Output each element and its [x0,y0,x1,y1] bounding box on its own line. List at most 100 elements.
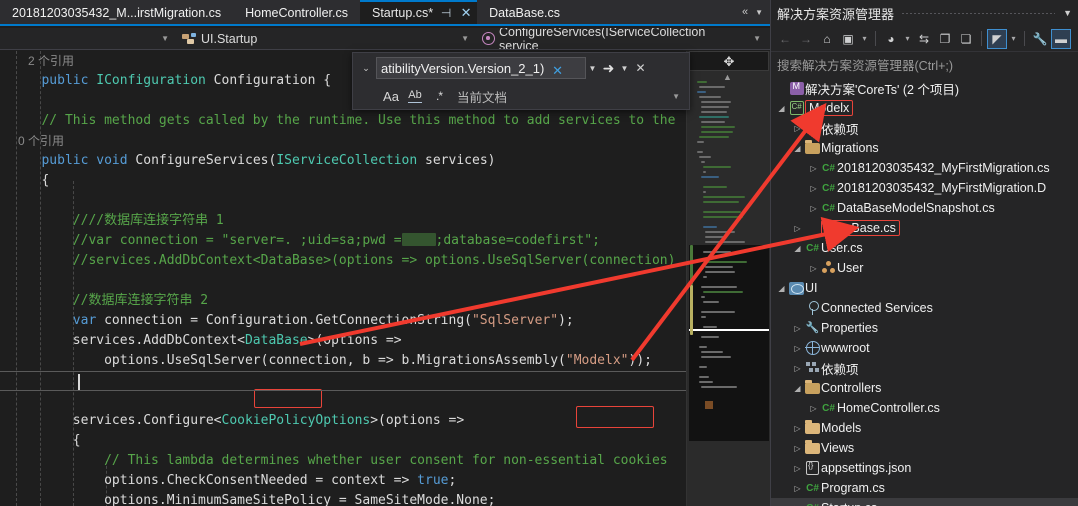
tree-row[interactable]: ▷ appsettings.json [771,458,1078,478]
chevron-up-icon[interactable]: ▲ [723,72,732,82]
expander-collapsed-icon[interactable]: ▷ [791,124,804,133]
preview-selected-items-icon[interactable]: ◤ [987,28,1007,49]
code-token: options.CheckConsentNeeded = context => [104,473,418,488]
tree-row[interactable]: ▷ C# Program.cs [771,478,1078,498]
tree-row[interactable]: ◢ Modelx [771,98,1078,118]
show-all-files-icon[interactable]: ❏ [956,29,976,49]
collapse-all-chevron-icon[interactable]: ▾ [859,29,870,49]
sync-with-active-document-icon[interactable]: ⇆ [914,29,934,49]
chevron-down-icon[interactable]: ▼ [748,34,766,43]
expander-collapsed-icon[interactable]: ▷ [791,464,804,473]
expander-collapsed-icon[interactable]: ▷ [791,324,804,333]
clear-x-icon[interactable]: ✕ [552,63,563,78]
find-input[interactable]: atibilityVersion.Version_2_1) ✕ [376,57,586,79]
refresh-icon[interactable]: ❐ [935,29,955,49]
tree-row[interactable]: ▷ C# 20181203035432_MyFirstMigration.cs [771,158,1078,178]
code-editor[interactable]: 2 个引用 public IConfiguration Configuratio… [0,51,686,506]
connected-services-icon [804,300,821,316]
match-whole-word-icon[interactable]: Ab [403,86,427,106]
collapse-all-icon[interactable]: ▣ [838,29,858,49]
code-line: var connection = Configuration.GetConnec… [18,311,675,331]
tree-row[interactable]: 解决方案'CoreTs' (2 个项目) [771,78,1078,98]
codelens-reference-count[interactable]: 2 个引用 [18,54,74,68]
tree-row[interactable]: ▷ C# 20181203035432_MyFirstMigration.D [771,178,1078,198]
navbar-project-dropdown[interactable]: ▼ [0,28,178,49]
minimap-viewport[interactable] [689,245,769,441]
code-minimap[interactable]: ✥ ▲ [686,51,770,506]
chevron-down-icon[interactable]: ▼ [456,34,474,43]
pending-changes-icon[interactable]: ◕ [881,29,901,49]
minimap-line [701,176,719,178]
tree-row[interactable]: ▷ User [771,258,1078,278]
tree-row[interactable]: ▷ Views [771,438,1078,458]
chevron-down-icon[interactable]: ▼ [156,34,174,43]
pin-icon[interactable]: ⊣ [439,6,453,20]
tree-row[interactable]: ▷ DataBase.cs [771,218,1078,238]
tab-migration-cs[interactable]: 20181203035432_M...irstMigration.cs [0,0,234,24]
expander-collapsed-icon[interactable]: ▷ [807,264,820,273]
use-regex-icon[interactable]: .* [427,86,451,106]
codelens-reference-count[interactable]: 0 个引用 [18,134,64,148]
navbar-type-dropdown[interactable]: UI.Startup ▼ [178,28,478,49]
code-token: IConfiguration [96,73,206,88]
expander-expanded-icon[interactable]: ◢ [775,284,788,293]
expander-collapsed-icon[interactable]: ▷ [791,484,804,493]
chevron-down-icon[interactable]: ▼ [586,64,599,73]
chevron-down-icon[interactable]: ▼ [672,92,686,101]
expander-collapsed-icon[interactable]: ▷ [791,344,804,353]
close-icon[interactable]: ✕ [631,61,650,75]
tree-row[interactable]: ▷ Models [771,418,1078,438]
navbar-member-label: ConfigureServices(IServiceCollection ser… [499,28,706,49]
method-icon [482,32,495,45]
expander-expanded-icon[interactable]: ◢ [791,244,804,253]
code-line: services.AddDbContext<DataBase>(options … [18,331,675,351]
tree-row[interactable]: ◢ Controllers [771,378,1078,398]
expander-collapsed-icon[interactable]: ▷ [791,364,804,373]
tree-row[interactable]: ◢ Migrations [771,138,1078,158]
expander-collapsed-icon[interactable]: ▷ [807,164,820,173]
close-icon[interactable]: ✕ [459,5,473,21]
preview-chevron-icon[interactable]: ▾ [1008,29,1019,49]
minimap-line [701,356,731,358]
chevron-down-icon[interactable]: ▼ [618,64,631,73]
tree-row-selected[interactable]: ▷C#Startup.cs [771,498,1078,506]
navbar-member-dropdown[interactable]: ConfigureServices(IServiceCollection ser… [478,28,770,49]
properties-icon[interactable]: 🔧 [1030,29,1050,49]
code-token: // This method gets called by the runtim… [41,113,676,128]
quick-find-popup[interactable]: ⌄ atibilityVersion.Version_2_1) ✕ ▼ ➜ ▼ … [352,52,690,110]
expander-collapsed-icon[interactable]: ▷ [791,224,804,233]
tree-row[interactable]: ▷ C# HomeController.cs [771,398,1078,418]
match-case-icon[interactable]: Aa [379,86,403,106]
pending-changes-chevron-icon[interactable]: ▾ [902,29,913,49]
arrow-right-icon[interactable]: ➜ [599,60,618,77]
view-options-icon[interactable]: ▬ [1051,28,1071,49]
double-chevron-left-icon[interactable]: « [742,6,748,18]
expander-collapsed-icon[interactable]: ▷ [807,204,820,213]
tree-row[interactable]: ▷ Properties [771,318,1078,338]
tree-row[interactable]: ◢ C# User.cs [771,238,1078,258]
expander-expanded-icon[interactable]: ◢ [791,384,804,393]
expander-collapsed-icon[interactable]: ▷ [807,184,820,193]
tree-row[interactable]: ◢ UI [771,278,1078,298]
chevron-down-icon[interactable]: ⌄ [356,63,376,74]
expander-expanded-icon[interactable]: ◢ [775,104,788,113]
expander-collapsed-icon[interactable]: ▷ [807,404,820,413]
tree-row[interactable]: ▷ 依赖项 [771,358,1078,378]
home-icon[interactable]: ⌂ [817,29,837,49]
tab-homecontroller-cs[interactable]: HomeController.cs [233,0,360,24]
expander-collapsed-icon[interactable]: ▷ [791,424,804,433]
solution-explorer-search-box[interactable]: 搜索解决方案资源管理器(Ctrl+;) [771,52,1078,76]
match-case-label: Aa [383,88,399,104]
tree-row[interactable]: Connected Services [771,298,1078,318]
chevron-down-icon[interactable]: ▼ [755,8,763,17]
tab-database-cs[interactable]: DataBase.cs [477,0,572,24]
tree-row[interactable]: ▷ 依赖项 [771,118,1078,138]
expander-collapsed-icon[interactable]: ▷ [791,444,804,453]
tree-row[interactable]: ▷ C# DataBaseModelSnapshot.cs [771,198,1078,218]
minimap-drag-handle[interactable]: ✥ [689,51,769,71]
tab-startup-cs[interactable]: Startup.cs* ⊣ ✕ [359,0,478,24]
chevron-down-icon[interactable]: ▼ [1063,8,1072,18]
tree-row[interactable]: ▷ wwwroot [771,338,1078,358]
expander-expanded-icon[interactable]: ◢ [791,144,804,153]
minimap-line [701,386,737,388]
